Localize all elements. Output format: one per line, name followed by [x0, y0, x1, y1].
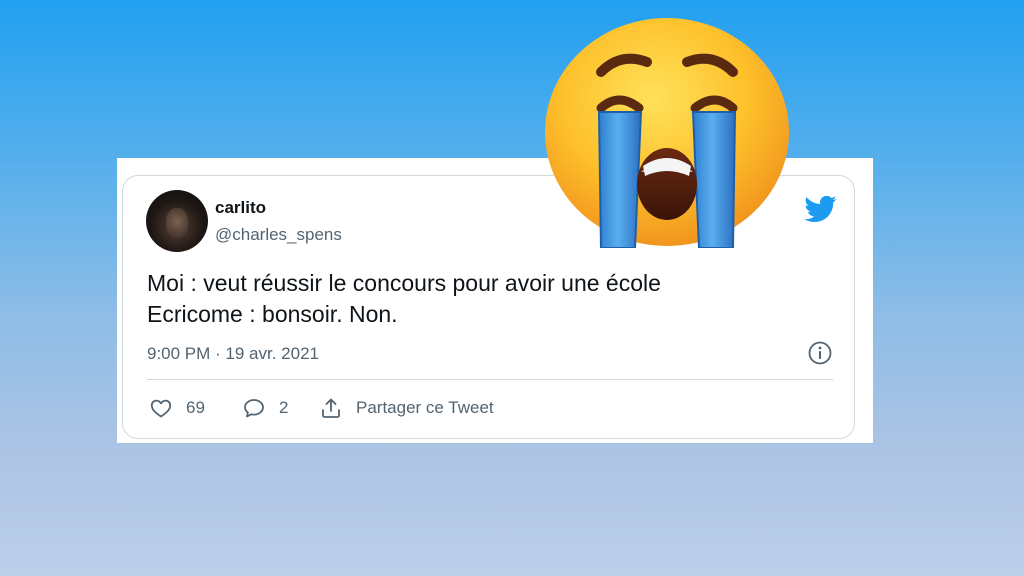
- tweet-text-line: Moi : veut réussir le concours pour avoi…: [147, 270, 661, 296]
- heart-icon: [150, 399, 172, 418]
- info-icon[interactable]: [807, 340, 833, 366]
- reply-button[interactable]: 2: [242, 396, 288, 420]
- twitter-bird-icon[interactable]: [803, 192, 837, 226]
- replies-count: 2: [279, 398, 289, 417]
- user-handle[interactable]: @charles_spens: [215, 225, 342, 245]
- share-label: Partager ce Tweet: [356, 398, 494, 417]
- display-name[interactable]: carlito: [215, 198, 266, 218]
- avatar[interactable]: [146, 190, 208, 252]
- speech-bubble-icon: [244, 399, 264, 418]
- likes-count: 69: [186, 398, 205, 417]
- share-upload-icon: [322, 398, 340, 418]
- tweet-text-line: Ecricome : bonsoir. Non.: [147, 301, 398, 327]
- like-button[interactable]: 69: [149, 396, 205, 420]
- tweet-timestamp[interactable]: 9:00 PM · 19 avr. 2021: [147, 344, 319, 364]
- divider: [147, 379, 833, 380]
- tweet-text: Moi : veut réussir le concours pour avoi…: [147, 268, 787, 330]
- loudly-crying-face-emoji: [545, 18, 789, 248]
- share-button[interactable]: Partager ce Tweet: [319, 396, 494, 420]
